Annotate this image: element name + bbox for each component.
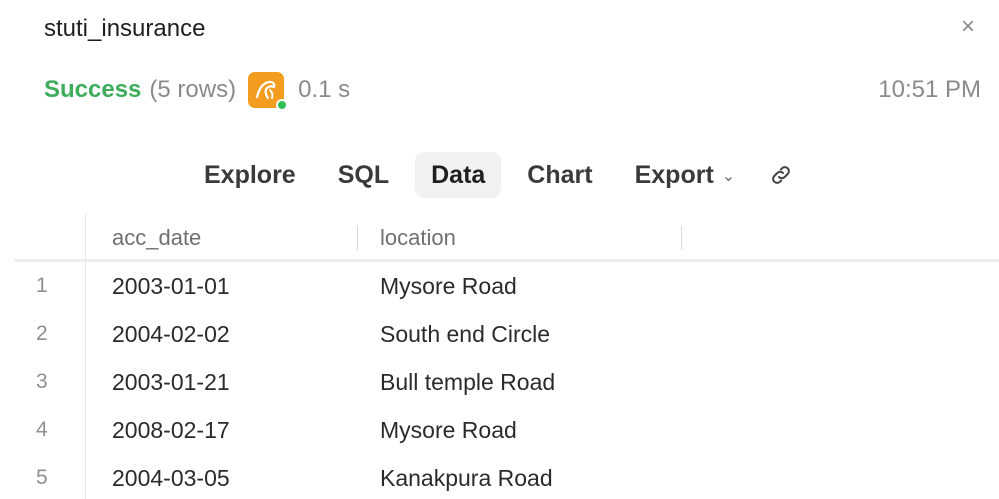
- result-tabs: Explore SQL Data Chart Export ⌄: [188, 152, 801, 198]
- tab-export-label: Export: [634, 160, 714, 189]
- chevron-down-icon: ⌄: [721, 168, 736, 185]
- cell-acc-date[interactable]: 2004-03-05: [112, 454, 230, 499]
- cell-location[interactable]: South end Circle: [380, 310, 550, 358]
- cell-location[interactable]: Bull temple Road: [380, 358, 555, 406]
- cell-acc-date[interactable]: 2008-02-17: [112, 406, 230, 454]
- row-index: 3: [14, 358, 86, 406]
- table-row[interactable]: 5 2004-03-05 Kanakpura Road: [14, 454, 999, 499]
- table-header: acc_date location: [14, 214, 999, 262]
- cell-location[interactable]: Mysore Road: [380, 262, 517, 310]
- status-success: Success: [44, 76, 142, 103]
- row-index: 5: [14, 454, 86, 499]
- table-row[interactable]: 2 2004-02-02 South end Circle: [14, 310, 999, 358]
- tab-chart[interactable]: Chart: [511, 152, 608, 198]
- column-resize-handle[interactable]: [681, 226, 682, 250]
- mysql-icon: [248, 72, 289, 111]
- cell-acc-date[interactable]: 2004-02-02: [112, 310, 230, 358]
- column-resize-handle[interactable]: [357, 226, 358, 250]
- tab-export[interactable]: Export ⌄: [619, 152, 752, 198]
- row-count: (5 rows): [149, 76, 237, 103]
- results-table: acc_date location 1 2003-01-01 Mysore Ro…: [14, 214, 999, 499]
- status-bar: Success (5 rows) 0.1 s 10:51 PM: [44, 70, 981, 111]
- row-index: 4: [14, 406, 86, 454]
- row-index: 2: [14, 310, 86, 358]
- cell-location[interactable]: Mysore Road: [380, 406, 517, 454]
- cell-acc-date[interactable]: 2003-01-21: [112, 358, 230, 406]
- cell-acc-date[interactable]: 2003-01-01: [112, 262, 230, 310]
- column-header-location[interactable]: location: [380, 214, 680, 262]
- query-duration: 0.1 s: [298, 76, 351, 103]
- query-timestamp: 10:51 PM: [878, 76, 981, 103]
- column-header-acc-date[interactable]: acc_date: [112, 214, 372, 262]
- table-row[interactable]: 1 2003-01-01 Mysore Road: [14, 262, 999, 310]
- tab-explore[interactable]: Explore: [188, 152, 312, 198]
- online-status-dot: [276, 99, 289, 111]
- tab-sql[interactable]: SQL: [322, 152, 405, 198]
- close-icon[interactable]: ×: [955, 14, 981, 40]
- row-index: 1: [14, 262, 86, 310]
- index-column-header: [14, 214, 86, 262]
- tab-data[interactable]: Data: [415, 152, 502, 198]
- table-row[interactable]: 3 2003-01-21 Bull temple Road: [14, 358, 999, 406]
- connection-title: stuti_insurance: [44, 15, 206, 42]
- table-row[interactable]: 4 2008-02-17 Mysore Road: [14, 406, 999, 454]
- cell-location[interactable]: Kanakpura Road: [380, 454, 553, 499]
- query-result-panel: stuti_insurance × Success (5 rows) 0.1 s…: [0, 0, 999, 499]
- link-icon[interactable]: [761, 152, 801, 198]
